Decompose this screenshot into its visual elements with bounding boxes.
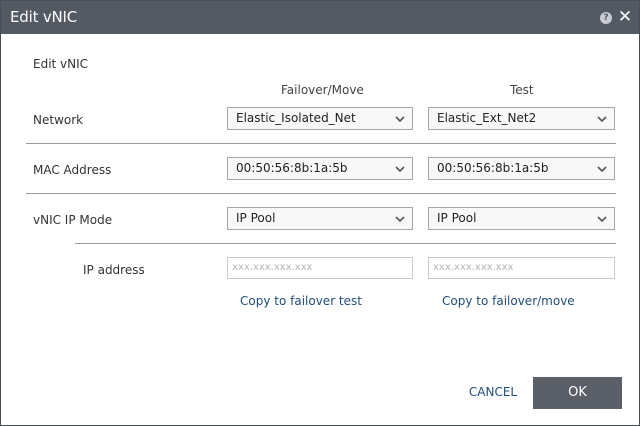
cancel-button[interactable]: CANCEL bbox=[463, 377, 523, 407]
mac-failover-select[interactable]: 00:50:56:8b:1a:5b bbox=[227, 157, 413, 180]
mac-address-label: MAC Address bbox=[33, 163, 112, 177]
ip-address-test-input[interactable]: xxx.xxx.xxx.xxx bbox=[428, 257, 615, 279]
mac-failover-value: 00:50:56:8b:1a:5b bbox=[236, 161, 348, 175]
ip-mode-failover-select[interactable]: IP Pool bbox=[227, 207, 413, 230]
dialog-title: Edit vNIC bbox=[10, 8, 78, 26]
network-label: Network bbox=[33, 113, 84, 127]
mac-test-value: 00:50:56:8b:1a:5b bbox=[437, 161, 549, 175]
ip-address-label: IP address bbox=[83, 263, 145, 277]
network-failover-select[interactable]: Elastic_Isolated_Net bbox=[227, 107, 413, 130]
section-label: Edit vNIC bbox=[33, 57, 89, 71]
ip-address-failover-input[interactable]: xxx.xxx.xxx.xxx bbox=[227, 257, 413, 279]
dialog-body: Edit vNIC Failover/Move Test Network Ela… bbox=[10, 35, 630, 418]
help-icon[interactable]: ? bbox=[600, 12, 612, 24]
chevron-down-icon bbox=[597, 216, 607, 223]
dialog-titlebar: Edit vNIC ? ✕ bbox=[1, 1, 639, 34]
ip-address-test-placeholder: xxx.xxx.xxx.xxx bbox=[433, 262, 514, 273]
chevron-down-icon bbox=[395, 216, 405, 223]
chevron-down-icon bbox=[597, 116, 607, 123]
network-test-select[interactable]: Elastic_Ext_Net2 bbox=[428, 107, 615, 130]
row-divider bbox=[26, 143, 616, 144]
ip-mode-test-select[interactable]: IP Pool bbox=[428, 207, 615, 230]
copy-to-failover-move-link[interactable]: Copy to failover/move bbox=[442, 294, 575, 308]
chevron-down-icon bbox=[395, 166, 405, 173]
row-divider bbox=[75, 243, 616, 244]
edit-vnic-dialog: Edit vNIC ? ✕ Edit vNIC Failover/Move Te… bbox=[0, 0, 640, 426]
ip-mode-failover-value: IP Pool bbox=[236, 211, 276, 225]
column-header-test: Test bbox=[510, 83, 534, 97]
copy-to-failover-test-link[interactable]: Copy to failover test bbox=[240, 294, 362, 308]
column-header-failover: Failover/Move bbox=[281, 83, 364, 97]
ok-button[interactable]: OK bbox=[533, 377, 622, 409]
chevron-down-icon bbox=[597, 166, 607, 173]
mac-test-select[interactable]: 00:50:56:8b:1a:5b bbox=[428, 157, 615, 180]
network-test-value: Elastic_Ext_Net2 bbox=[437, 111, 537, 125]
row-divider bbox=[26, 193, 616, 194]
vnic-ip-mode-label: vNIC IP Mode bbox=[33, 213, 113, 227]
chevron-down-icon bbox=[395, 116, 405, 123]
ip-address-failover-placeholder: xxx.xxx.xxx.xxx bbox=[232, 262, 313, 273]
network-failover-value: Elastic_Isolated_Net bbox=[236, 111, 356, 125]
ip-mode-test-value: IP Pool bbox=[437, 211, 477, 225]
close-icon[interactable]: ✕ bbox=[617, 7, 633, 27]
